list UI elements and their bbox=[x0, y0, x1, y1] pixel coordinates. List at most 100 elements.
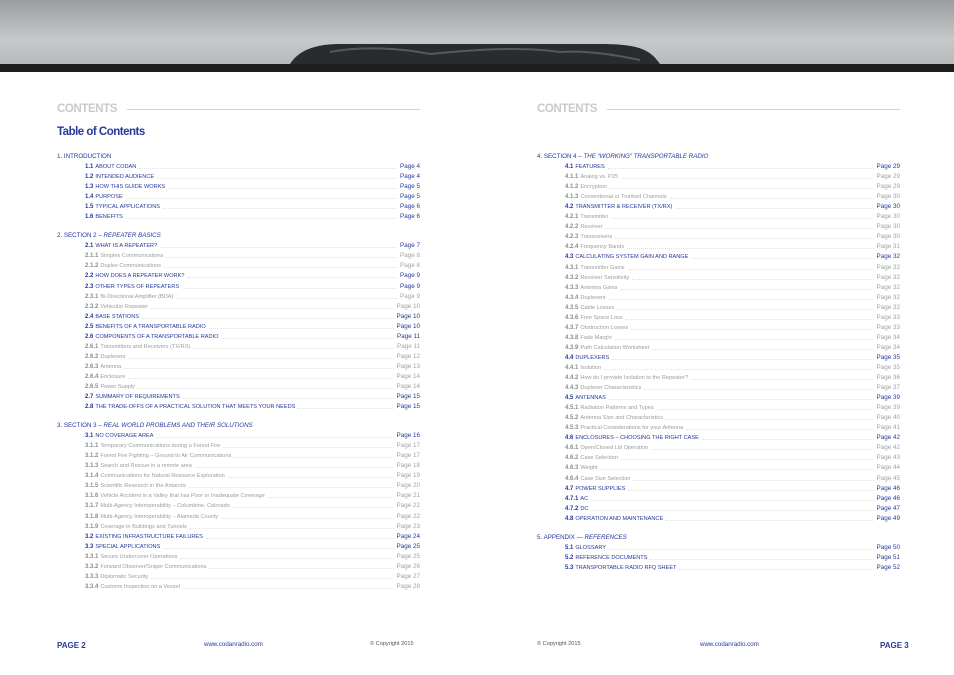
toc-entry[interactable]: 3.1.7 Multi-Agency Interoperability – Col… bbox=[57, 501, 420, 511]
toc-entry[interactable]: 5.2 REFERENCE DOCUMENTS Page 51 bbox=[537, 553, 900, 563]
toc-entry[interactable]: 4.3.6 Free Space Loss Page 33 bbox=[537, 313, 900, 323]
section-heading[interactable]: 2. SECTION 2 – REPEATER BASICS bbox=[57, 231, 420, 241]
toc-entry[interactable]: 4.3.5 Cable Losses Page 32 bbox=[537, 303, 900, 313]
toc-entry[interactable]: 2.4 BASE STATIONS Page 10 bbox=[57, 312, 420, 322]
toc-entry[interactable]: 4.2.2 Receiver Page 30 bbox=[537, 222, 900, 232]
toc-entry[interactable]: 4.6.4 Case Size Selection Page 45 bbox=[537, 473, 900, 483]
toc-entry[interactable]: 3.3.2 Forward Observer/Sniper Communicati… bbox=[57, 562, 420, 572]
toc-entry[interactable]: 3.2 EXISTING INFRASTRUCTURE FAILURES Page … bbox=[57, 532, 420, 542]
entry-number: 4.3.5 bbox=[565, 304, 579, 311]
toc-section: 3. SECTION 3 – REAL WORLD PROBLEMS AND T… bbox=[57, 421, 420, 592]
toc-entry[interactable]: 1.1 ABOUT CODAN Page 4 bbox=[57, 162, 420, 172]
toc-entry[interactable]: 4.4 DUPLEXERS Page 35 bbox=[537, 353, 900, 363]
toc-entry[interactable]: 4.6.1 Open/Closed Lid Operation Page 42 bbox=[537, 443, 900, 453]
toc-entry[interactable]: 4.3.8 Fade Margin Page 34 bbox=[537, 333, 900, 343]
toc-entry[interactable]: 1.6 BENEFITS Page 6 bbox=[57, 212, 420, 222]
section-heading[interactable]: 1. INTRODUCTION bbox=[57, 152, 420, 162]
toc-entry[interactable]: 5.3 TRANSPORTABLE RADIO RFQ SHEET Page 52 bbox=[537, 563, 900, 573]
toc-entry[interactable]: 2.6.1 Transmitters and Receivers (TX/RX) P… bbox=[57, 342, 420, 352]
toc-entry[interactable]: 1.3 HOW THIS GUIDE WORKS Page 5 bbox=[57, 182, 420, 192]
toc-entry[interactable]: 4.5.2 Antenna Size and Characteristics Pag… bbox=[537, 413, 900, 423]
toc-entry[interactable]: 4.8 OPERATION AND MAINTENANCE Page 49 bbox=[537, 514, 900, 524]
toc-entry[interactable]: 4.7.1 AC Page 46 bbox=[537, 494, 900, 504]
toc-entry[interactable]: 2.1.1 Simplex Communications Page 8 bbox=[57, 251, 420, 261]
toc-entry[interactable]: 4.1.3 Conventional or Trunked Channels Pag… bbox=[537, 192, 900, 202]
toc-entry[interactable]: 4.5.3 Practical Considerations for your A… bbox=[537, 423, 900, 433]
toc-entry[interactable]: 3.1.8 Multi-Agency Interoperability – Ala… bbox=[57, 511, 420, 521]
toc-entry[interactable]: 3.1.4 Communications for Natural Resource… bbox=[57, 471, 420, 481]
section-heading[interactable]: 5. APPENDIX — REFERENCES bbox=[537, 533, 900, 543]
toc-entry[interactable]: 2.3 OTHER TYPES OF REPEATERS Page 9 bbox=[57, 281, 420, 291]
toc-entry[interactable]: 3.3.1 Secure Undercover Operations Page 25 bbox=[57, 552, 420, 562]
toc-entry[interactable]: 4.3.7 Obstruction Losses Page 33 bbox=[537, 323, 900, 333]
toc-entry[interactable]: 4.3.3 Antenna Gains Page 32 bbox=[537, 283, 900, 293]
toc-entry[interactable]: 4.4.2 How do I provide Isolation to the R… bbox=[537, 373, 900, 383]
toc-entry[interactable]: 3.1 NO COVERAGE AREA Page 16 bbox=[57, 431, 420, 441]
toc-entry[interactable]: 4.3.2 Receiver Sensitivity Page 32 bbox=[537, 273, 900, 283]
toc-entry[interactable]: 4.7.2 DC Page 47 bbox=[537, 504, 900, 514]
toc-entry[interactable]: 1.2 INTENDED AUDIENCE Page 4 bbox=[57, 172, 420, 182]
toc-entry[interactable]: 3.1.3 Search and Rescue in a remote area P… bbox=[57, 461, 420, 471]
toc-entry[interactable]: 4.6.3 Weight Page 44 bbox=[537, 463, 900, 473]
toc-entry[interactable]: 2.1.2 Duplex Communications Page 8 bbox=[57, 261, 420, 271]
toc-entry[interactable]: 4.1.1 Analog vs. P25 Page 29 bbox=[537, 172, 900, 182]
toc-entry[interactable]: 4.4.1 Isolation Page 35 bbox=[537, 363, 900, 373]
toc-entry[interactable]: 3.1.9 Coverage in Buildings and Tunnels Pa… bbox=[57, 522, 420, 532]
leader-dots bbox=[160, 247, 398, 249]
toc-entry[interactable]: 4.3.4 Duplexers Page 32 bbox=[537, 293, 900, 303]
entry-title: Forest Fire Fighting – Ground to Air Com… bbox=[100, 453, 232, 460]
entry-title: REFERENCE DOCUMENTS bbox=[575, 554, 648, 561]
toc-entry[interactable]: 3.3 SPECIAL APPLICATIONS Page 25 bbox=[57, 542, 420, 552]
toc-entry[interactable]: 2.1 WHAT IS A REPEATER? Page 7 bbox=[57, 241, 420, 251]
toc-entry[interactable]: 4.2.4 Frequency Bands Page 31 bbox=[537, 242, 900, 252]
toc-entry[interactable]: 3.3.4 Customs Inspection on a Vessel Page … bbox=[57, 582, 420, 592]
section-heading[interactable]: 4. SECTION 4 – THE “WORKING” TRANSPORTAB… bbox=[537, 152, 900, 162]
entry-title: INTENDED AUDIENCE bbox=[95, 174, 155, 181]
entry-number: 4.8 bbox=[565, 515, 574, 522]
toc-entry[interactable]: 3.1.1 Temporary Communications during a F… bbox=[57, 441, 420, 451]
toc-entry[interactable]: 2.6.4 Enclosure Page 14 bbox=[57, 372, 420, 382]
section-heading[interactable]: 3. SECTION 3 – REAL WORLD PROBLEMS AND T… bbox=[57, 421, 420, 431]
toc-entry[interactable]: 4.2.1 Transmitter Page 30 bbox=[537, 212, 900, 222]
toc-entry[interactable]: 4.3 CALCULATING SYSTEM GAIN AND RANGE Page… bbox=[537, 252, 900, 262]
entry-number: 3.1.8 bbox=[85, 513, 99, 520]
entry-number: 2.2 bbox=[85, 273, 94, 280]
toc-entry[interactable]: 4.7 POWER SUPPLIES Page 46 bbox=[537, 484, 900, 494]
toc-entry[interactable]: 5.1 GLOSSARY Page 50 bbox=[537, 543, 900, 553]
toc-entry[interactable]: 3.1.5 Scientific Research in the Antarcti… bbox=[57, 481, 420, 491]
toc-entry[interactable]: 2.8 THE TRADE-OFFS OF A PRACTICAL SOLUTIO… bbox=[57, 402, 420, 412]
entry-number: 3.1.4 bbox=[85, 473, 99, 480]
entry-page: Page 17 bbox=[396, 442, 420, 450]
toc-entry[interactable]: 2.6 COMPONENTS OF A TRANSPORTABLE RADIO Pa… bbox=[57, 332, 420, 342]
toc-entry[interactable]: 4.5 ANTENNAS Page 39 bbox=[537, 393, 900, 403]
toc-entry[interactable]: 3.1.6 Vehicle Accident in a Valley that h… bbox=[57, 491, 420, 501]
toc-entry[interactable]: 2.6.2 Duplexers Page 12 bbox=[57, 352, 420, 362]
toc-entry[interactable]: 2.7 SUMMARY OF REQUIREMENTS Page 15 bbox=[57, 392, 420, 402]
toc-entry[interactable]: 4.5.1 Radiation Patterns and Types Page 39 bbox=[537, 403, 900, 413]
toc-entry[interactable]: 4.3.9 Path Calculation Worksheet Page 34 bbox=[537, 343, 900, 353]
entry-number: 1.2 bbox=[85, 174, 94, 181]
website-link[interactable]: www.codanradio.com bbox=[204, 641, 263, 648]
toc-entry[interactable]: 2.5 BENEFITS OF A TRANSPORTABLE RADIO Page… bbox=[57, 322, 420, 332]
toc-entry[interactable]: 4.1.2 Encryption Page 29 bbox=[537, 182, 900, 192]
toc-entry[interactable]: 2.2 HOW DOES A REPEATER WORK? Page 9 bbox=[57, 271, 420, 281]
toc-entry[interactable]: 3.3.3 Diplomatic Security Page 27 bbox=[57, 572, 420, 582]
leader-dots bbox=[614, 338, 874, 340]
toc-entry[interactable]: 2.3.2 Vehicular Repeater Page 10 bbox=[57, 302, 420, 312]
toc-entry[interactable]: 1.5 TYPICAL APPLICATIONS Page 6 bbox=[57, 202, 420, 212]
toc-entry[interactable]: 3.1.2 Forest Fire Fighting – Ground to Ai… bbox=[57, 451, 420, 461]
toc-entry[interactable]: 1.4 PURPOSE Page 5 bbox=[57, 192, 420, 202]
toc-entry[interactable]: 4.4.3 Duplexer Characteristics Page 37 bbox=[537, 383, 900, 393]
toc-entry[interactable]: 2.6.3 Antenna Page 13 bbox=[57, 362, 420, 372]
toc-entry[interactable]: 4.1 FEATURES Page 29 bbox=[537, 162, 900, 172]
toc-entry[interactable]: 4.2.3 Transceivers Page 30 bbox=[537, 232, 900, 242]
toc-entry[interactable]: 2.3.1 Bi-Directional Amplifier (BDA) Page … bbox=[57, 292, 420, 302]
toc-entry[interactable]: 4.6 ENCLOSURES – CHOOSING THE RIGHT CASE P… bbox=[537, 433, 900, 443]
toc-entry[interactable]: 4.2 TRANSMITTER & RECEIVER (TX/RX) Page 30 bbox=[537, 202, 900, 212]
website-link[interactable]: www.codanradio.com bbox=[700, 641, 759, 648]
section-number: 1. bbox=[57, 153, 63, 160]
toc-entry[interactable]: 4.6.2 Case Selection Page 43 bbox=[537, 453, 900, 463]
toc-entry[interactable]: 2.6.5 Power Supply Page 14 bbox=[57, 382, 420, 392]
leader-dots bbox=[151, 577, 394, 579]
toc-entry[interactable]: 4.3.1 Transmitter Gains Page 32 bbox=[537, 262, 900, 272]
